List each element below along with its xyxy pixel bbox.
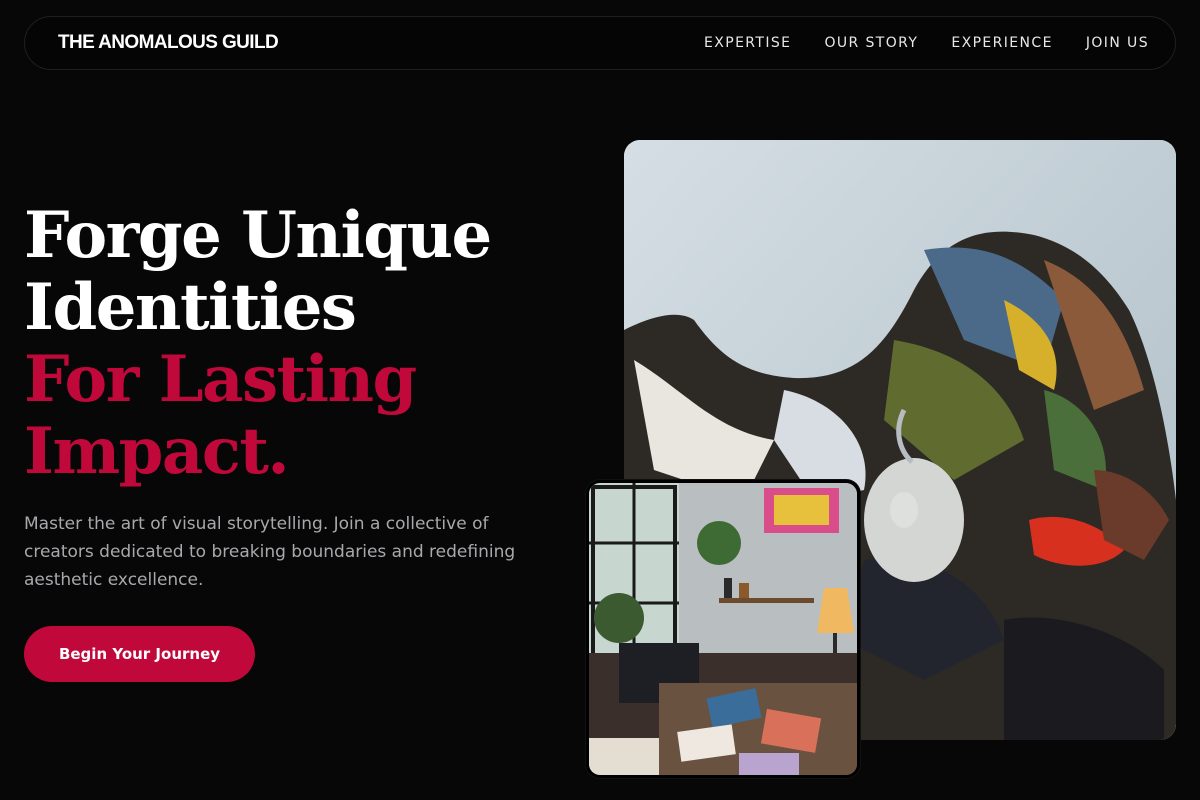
page: THE ANOMALOUS GUILD EXPERTISE OUR STORY …: [0, 0, 1200, 800]
studio-image-frame: [586, 480, 860, 778]
brand-logo[interactable]: THE ANOMALOUS GUILD: [58, 32, 279, 54]
hero-title-line-2: Identities: [24, 270, 357, 345]
begin-journey-button[interactable]: Begin Your Journey: [24, 626, 255, 682]
nav-link-our-story[interactable]: OUR STORY: [824, 35, 918, 51]
hero-title: Forge Unique Identities For Lasting Impa…: [24, 198, 492, 489]
nav-link-experience[interactable]: EXPERIENCE: [951, 35, 1053, 51]
main-nav: EXPERTISE OUR STORY EXPERIENCE JOIN US: [704, 35, 1149, 51]
hero-accent-line-2: Impact.: [24, 414, 290, 489]
art-studio-image: [589, 483, 857, 775]
nav-link-join-us[interactable]: JOIN US: [1086, 35, 1149, 51]
hero-description: Master the art of visual storytelling. J…: [24, 514, 516, 590]
nav-link-expertise[interactable]: EXPERTISE: [704, 35, 791, 51]
site-header: THE ANOMALOUS GUILD EXPERTISE OUR STORY …: [24, 16, 1176, 70]
hero-title-line-1: Forge Unique: [24, 198, 492, 273]
hero-accent-line-1: For Lasting: [24, 342, 417, 417]
